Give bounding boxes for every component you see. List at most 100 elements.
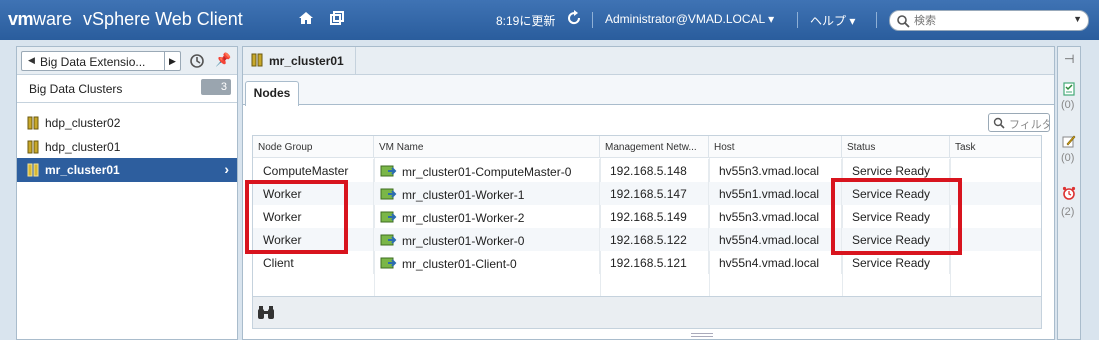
- vm-icon: [380, 257, 397, 269]
- tab-nodes[interactable]: Nodes: [245, 81, 299, 106]
- brand-vm: vm: [8, 9, 34, 29]
- cell-host: hv55n4.vmad.local: [709, 228, 842, 251]
- navigator-back-label: Big Data Extensio...: [40, 55, 146, 69]
- alarms-icon[interactable]: [1062, 186, 1076, 200]
- list-item-label: hdp_cluster01: [45, 140, 121, 154]
- cluster-icon: [27, 116, 39, 130]
- cell-vm-name: mr_cluster01-Worker-0: [374, 228, 600, 251]
- forward-arrow-icon[interactable]: ▶: [164, 52, 180, 70]
- cell-host: hv55n3.vmad.local: [709, 205, 842, 228]
- list-item-label: hdp_cluster02: [45, 116, 121, 130]
- cell-management-ip: 192.168.5.149: [600, 205, 709, 228]
- cell-vm-name: mr_cluster01-Worker-1: [374, 182, 600, 205]
- vm-icon: [380, 165, 397, 177]
- filter-placeholder: フィルタ: [1009, 119, 1050, 131]
- refresh-icon[interactable]: [565, 10, 583, 28]
- header-divider: [355, 47, 356, 74]
- object-title: mr_cluster01: [269, 54, 344, 68]
- table-footer-toolbar: [253, 296, 1041, 328]
- history-icon[interactable]: [189, 53, 205, 69]
- list-count-badge: 3: [201, 79, 231, 95]
- vm-name-label: mr_cluster01-Worker-0: [402, 234, 525, 248]
- chevron-down-icon[interactable]: ▼: [1073, 14, 1082, 24]
- column-header-status[interactable]: Status: [842, 136, 950, 158]
- column-header-vm-name[interactable]: VM Name: [374, 136, 600, 158]
- cell-task: [950, 251, 1041, 274]
- user-name: Administrator@VMAD.LOCAL: [605, 12, 765, 26]
- cell-vm-name: mr_cluster01-ComputeMaster-0: [374, 159, 600, 182]
- refresh-time: 8:19に更新: [496, 14, 556, 28]
- cell-node-group: Client: [253, 251, 374, 274]
- header-separator: [592, 12, 593, 28]
- windows-icon[interactable]: [328, 10, 346, 28]
- vm-icon: [380, 234, 397, 246]
- home-icon[interactable]: [297, 10, 315, 28]
- pin-icon[interactable]: 📌: [215, 52, 231, 68]
- header-separator: [797, 12, 798, 28]
- chevron-down-icon: ▾: [849, 14, 856, 28]
- vm-icon: [380, 188, 397, 200]
- cell-host: hv55n3.vmad.local: [709, 159, 842, 182]
- alarms-count: (2): [1061, 206, 1075, 218]
- highlight-box-node-group: [245, 180, 348, 254]
- column-header-node-group[interactable]: Node Group: [253, 136, 374, 158]
- vm-name-label: mr_cluster01-ComputeMaster-0: [402, 165, 572, 179]
- product-name: vSphere Web Client: [83, 9, 243, 29]
- resize-grip[interactable]: [691, 333, 713, 337]
- cluster-icon: [27, 163, 39, 177]
- brand-ware: ware: [33, 9, 73, 29]
- recent-tasks-count: (0): [1061, 99, 1075, 111]
- cell-management-ip: 192.168.5.122: [600, 228, 709, 251]
- global-search[interactable]: ▼: [889, 10, 1089, 31]
- vm-name-label: mr_cluster01-Worker-1: [402, 188, 525, 202]
- vm-name-label: mr_cluster01-Worker-2: [402, 211, 525, 225]
- filter-input[interactable]: フィルタ: [988, 113, 1050, 132]
- object-header: mr_cluster01: [243, 47, 1054, 75]
- cell-management-ip: 192.168.5.148: [600, 159, 709, 182]
- column-header-management-network[interactable]: Management Netw...: [600, 136, 709, 158]
- cell-host: hv55n1.vmad.local: [709, 182, 842, 205]
- list-title: Big Data Clusters: [29, 82, 123, 96]
- vm-name-label: mr_cluster01-Client-0: [402, 257, 517, 271]
- recent-tasks-icon[interactable]: [1062, 82, 1076, 96]
- cell-node-group: ComputeMaster: [253, 159, 374, 182]
- user-menu[interactable]: Administrator@VMAD.LOCAL ▾: [605, 12, 774, 26]
- cell-task: [950, 159, 1041, 182]
- chevron-down-icon: ▾: [768, 12, 775, 26]
- right-edge-strip: [1083, 46, 1099, 340]
- navigator-toolbar: ◀ Big Data Extensio... ▶ 📌: [17, 47, 237, 75]
- work-in-progress-count: (0): [1061, 152, 1075, 164]
- tab-bar: Nodes: [243, 75, 1054, 106]
- search-icon: [993, 117, 1005, 129]
- list-item-hdp-cluster02[interactable]: hdp_cluster02: [17, 111, 237, 135]
- column-header-task[interactable]: Task: [950, 136, 1041, 158]
- column-header-host[interactable]: Host: [709, 136, 842, 158]
- work-in-progress-icon[interactable]: [1062, 134, 1076, 148]
- brand-logo: vmware vSphere Web Client: [8, 9, 243, 30]
- search-icon: [897, 15, 910, 28]
- vm-icon: [380, 211, 397, 223]
- cell-task: [950, 228, 1041, 251]
- cluster-icon: [251, 53, 263, 67]
- cell-management-ip: 192.168.5.121: [600, 251, 709, 274]
- navigator-panel: ◀ Big Data Extensio... ▶ 📌 Big Data Clus…: [16, 46, 238, 340]
- back-arrow-icon: ◀: [28, 55, 35, 65]
- cell-management-ip: 192.168.5.147: [600, 182, 709, 205]
- header-separator: [876, 12, 877, 28]
- cell-task: [950, 182, 1041, 205]
- pin-icon[interactable]: ⊣: [1064, 52, 1074, 66]
- chevron-right-icon: ›: [224, 161, 229, 177]
- top-header-bar: vmware vSphere Web Client 8:19に更新 Admini…: [0, 0, 1099, 40]
- highlight-box-status: [831, 178, 962, 255]
- cell-task: [950, 205, 1041, 228]
- navigator-back-button[interactable]: ◀ Big Data Extensio... ▶: [21, 51, 181, 71]
- search-input[interactable]: [914, 13, 1064, 29]
- help-menu[interactable]: ヘルプ ▾: [810, 12, 855, 29]
- list-item-hdp-cluster01[interactable]: hdp_cluster01: [17, 135, 237, 159]
- navigator-list-header: Big Data Clusters 3: [17, 75, 237, 103]
- list-item-mr-cluster01[interactable]: mr_cluster01 ›: [17, 158, 237, 182]
- cluster-icon: [27, 140, 39, 154]
- binoculars-icon[interactable]: [257, 306, 275, 320]
- cell-vm-name: mr_cluster01-Client-0: [374, 251, 600, 274]
- list-item-label: mr_cluster01: [45, 163, 120, 177]
